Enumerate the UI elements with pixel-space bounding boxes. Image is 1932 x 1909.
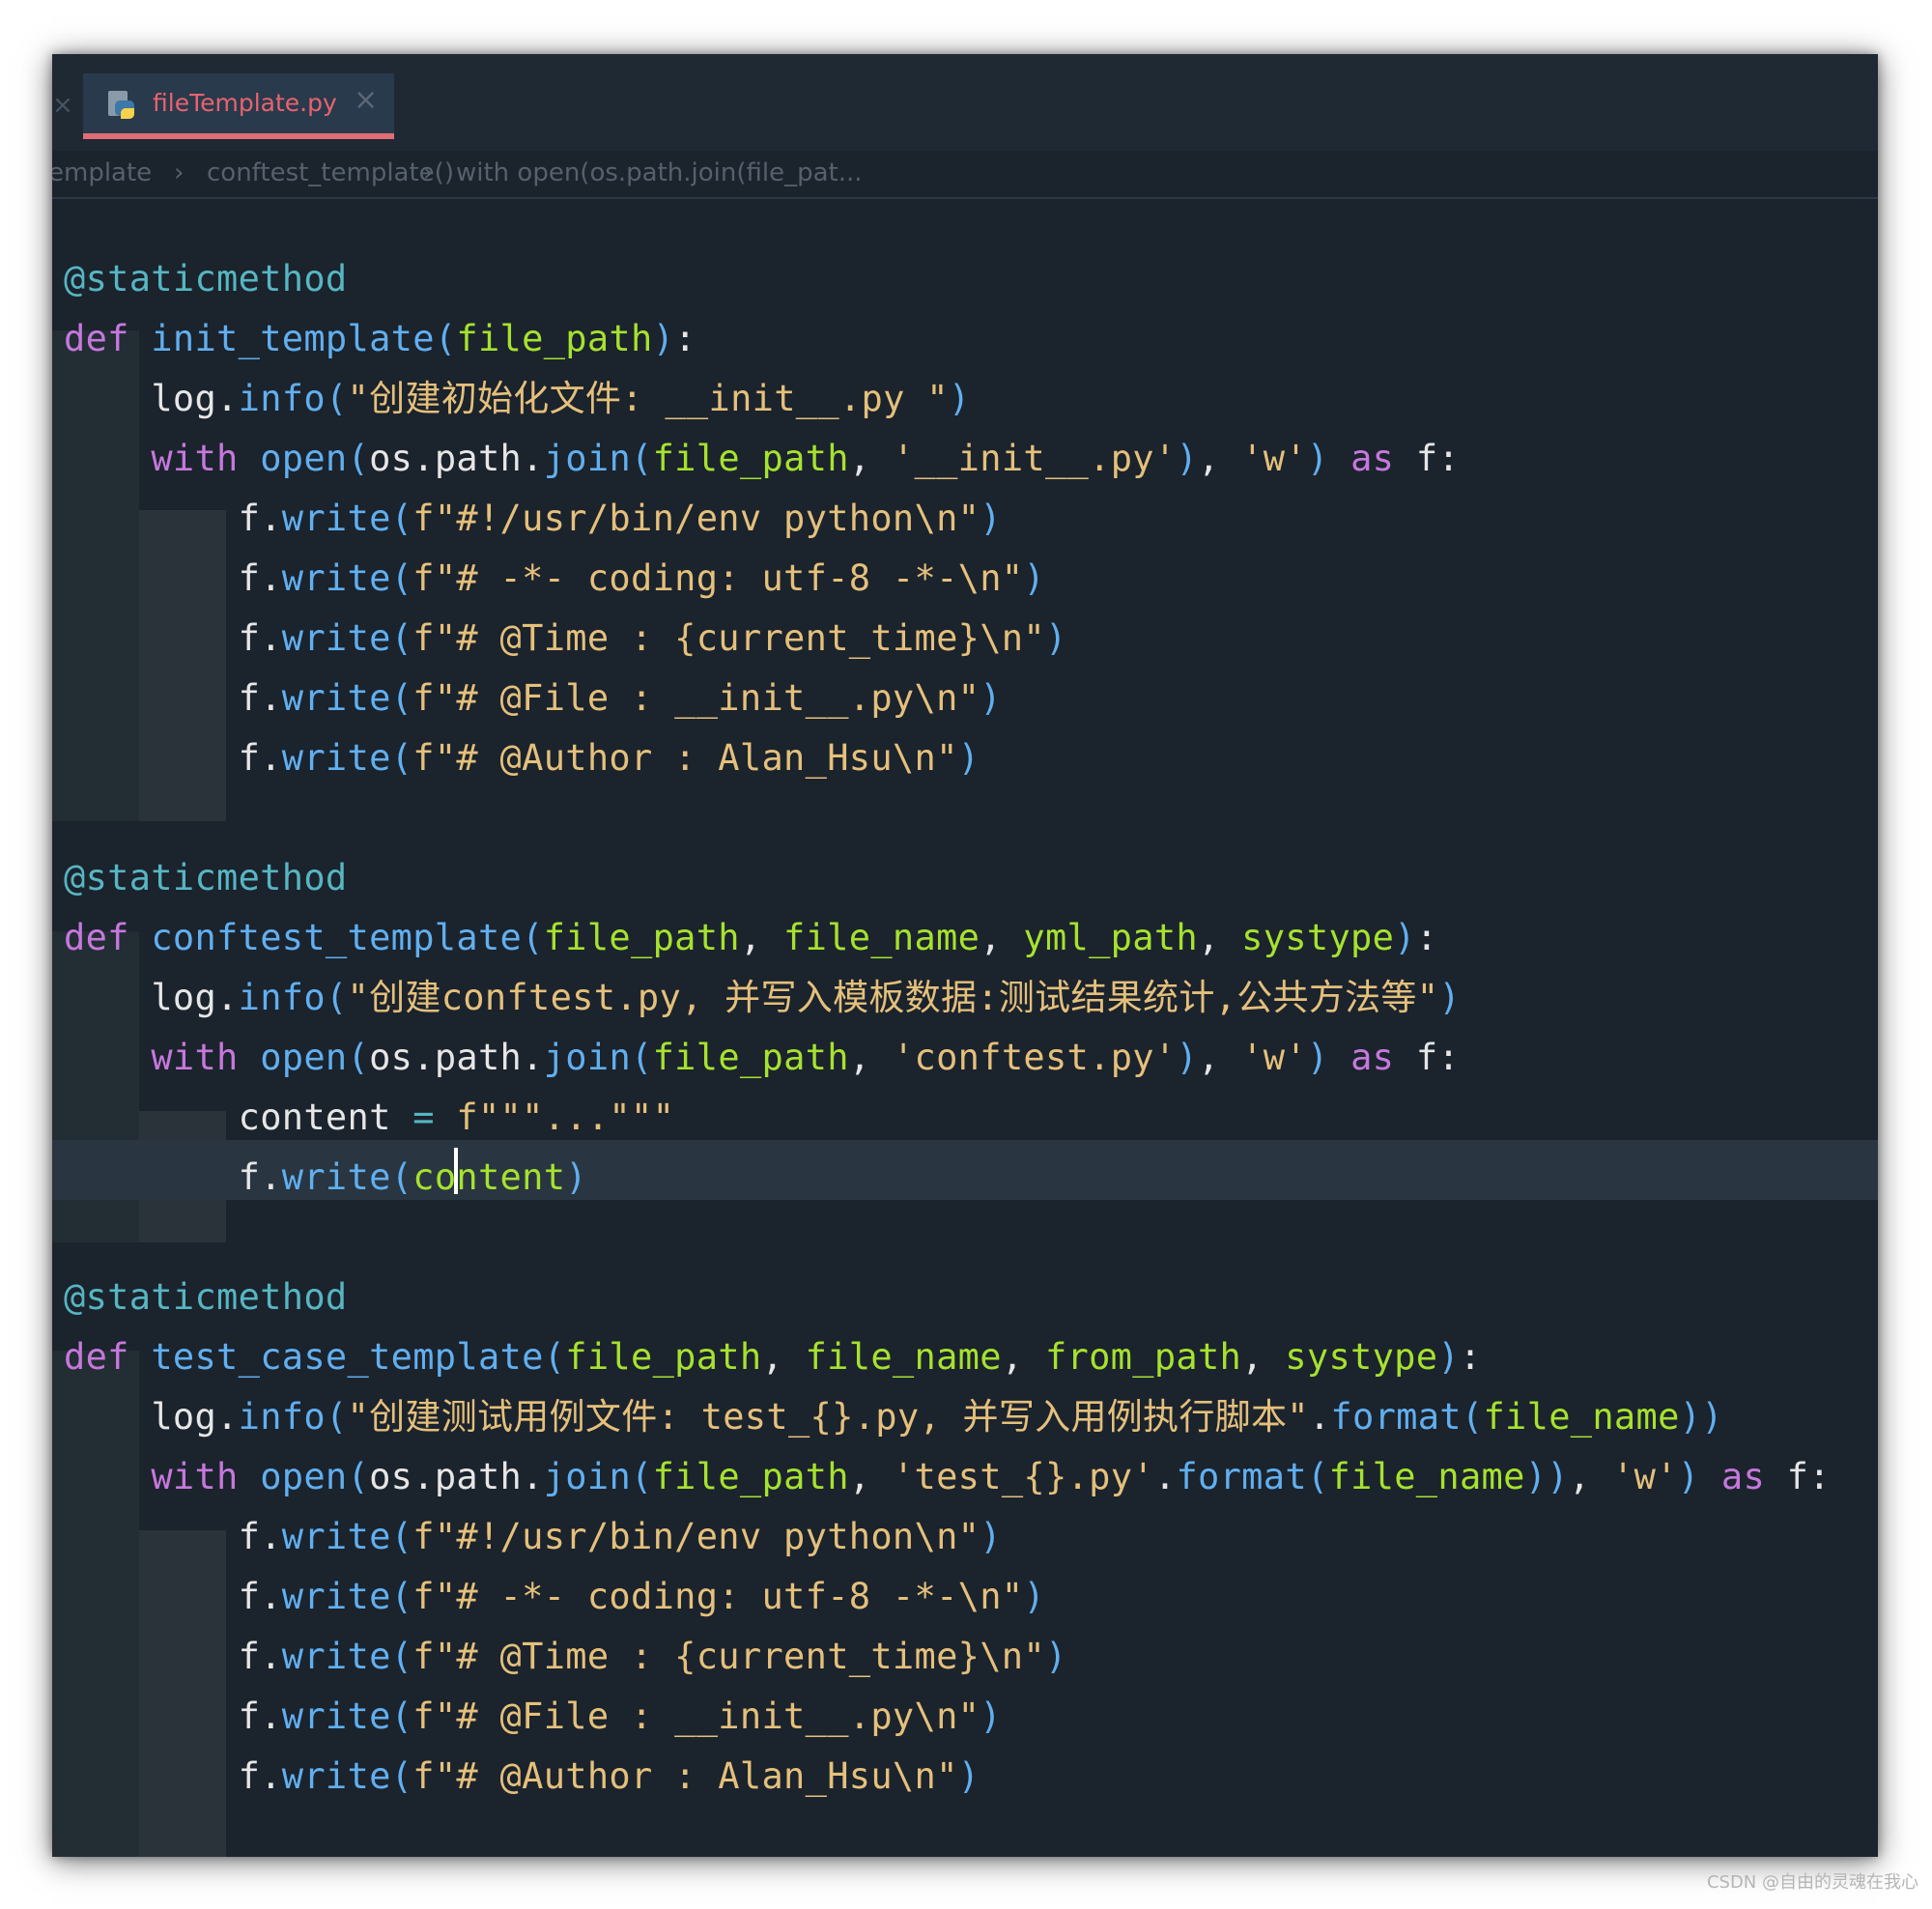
- code-line[interactable]: f.write(f"# @Time : {current_time}\n"): [64, 1627, 1067, 1687]
- code-line[interactable]: f.write(f"# -*- coding: utf-8 -*-\n"): [64, 549, 1045, 609]
- code-line[interactable]: f.write(f"#!/usr/bin/env python\n"): [64, 1507, 1002, 1567]
- breadcrumb: emplate › conftest_template() › with ope…: [52, 151, 1878, 199]
- watermark: CSDN @自由的灵魂在我心: [1706, 1872, 1918, 1893]
- code-line[interactable]: @staticmethod: [64, 249, 348, 309]
- code-editor[interactable]: @staticmethod def init_template(file_path…: [52, 199, 1878, 1857]
- code-line[interactable]: def conftest_template(file_path, file_na…: [64, 908, 1437, 968]
- code-line[interactable]: f.write(f"# @File : __init__.py\n"): [64, 669, 1002, 728]
- close-icon[interactable]: ×: [52, 91, 73, 120]
- code-line[interactable]: content = f"""...""": [64, 1088, 674, 1148]
- code-line[interactable]: def init_template(file_path):: [64, 309, 696, 369]
- breadcrumb-item-statement[interactable]: with open(os.path.join(file_pat...: [456, 158, 863, 187]
- code-line[interactable]: f.write(f"#!/usr/bin/env python\n"): [64, 489, 1002, 549]
- code-line[interactable]: with open(os.path.join(file_path, 'test_…: [64, 1447, 1831, 1507]
- editor-window: × fileTemplate.py × emplate › conftest_t…: [52, 54, 1878, 1857]
- code-line[interactable]: log.info("创建测试用例文件: test_{}.py, 并写入用例执行脚…: [64, 1387, 1723, 1447]
- code-line[interactable]: log.info("创建conftest.py, 并写入模板数据:测试结果统计,…: [64, 968, 1461, 1028]
- code-line[interactable]: f.write(f"# @File : __init__.py\n"): [64, 1687, 1002, 1747]
- breadcrumb-item-class[interactable]: emplate: [52, 158, 152, 187]
- code-line[interactable]: log.info("创建初始化文件: __init__.py "): [64, 369, 970, 429]
- tab-close-icon[interactable]: ×: [354, 83, 378, 117]
- python-file-icon: [108, 91, 134, 119]
- text-caret: [454, 1148, 458, 1194]
- tab-bar: × fileTemplate.py ×: [52, 54, 1878, 151]
- code-line[interactable]: @staticmethod: [64, 1268, 348, 1327]
- code-line[interactable]: f.write(content): [64, 1148, 587, 1208]
- code-line[interactable]: @staticmethod: [64, 848, 348, 908]
- code-line[interactable]: f.write(f"# @Author : Alan_Hsu\n"): [64, 728, 980, 788]
- code-line[interactable]: f.write(f"# -*- coding: utf-8 -*-\n"): [64, 1567, 1045, 1627]
- breadcrumb-separator-icon: ›: [423, 158, 434, 187]
- tab-file-template[interactable]: fileTemplate.py ×: [83, 73, 394, 139]
- code-line[interactable]: def test_case_template(file_path, file_n…: [64, 1327, 1481, 1387]
- code-line[interactable]: f.write(f"# @Time : {current_time}\n"): [64, 609, 1067, 669]
- breadcrumb-separator-icon: ›: [174, 158, 185, 187]
- code-line[interactable]: with open(os.path.join(file_path, 'conft…: [64, 1028, 1460, 1088]
- tab-label: fileTemplate.py: [153, 89, 337, 117]
- code-line[interactable]: with open(os.path.join(file_path, '__ini…: [64, 429, 1460, 489]
- code-line[interactable]: f.write(f"# @Author : Alan_Hsu\n"): [64, 1747, 980, 1807]
- breadcrumb-item-function[interactable]: conftest_template(): [207, 158, 454, 187]
